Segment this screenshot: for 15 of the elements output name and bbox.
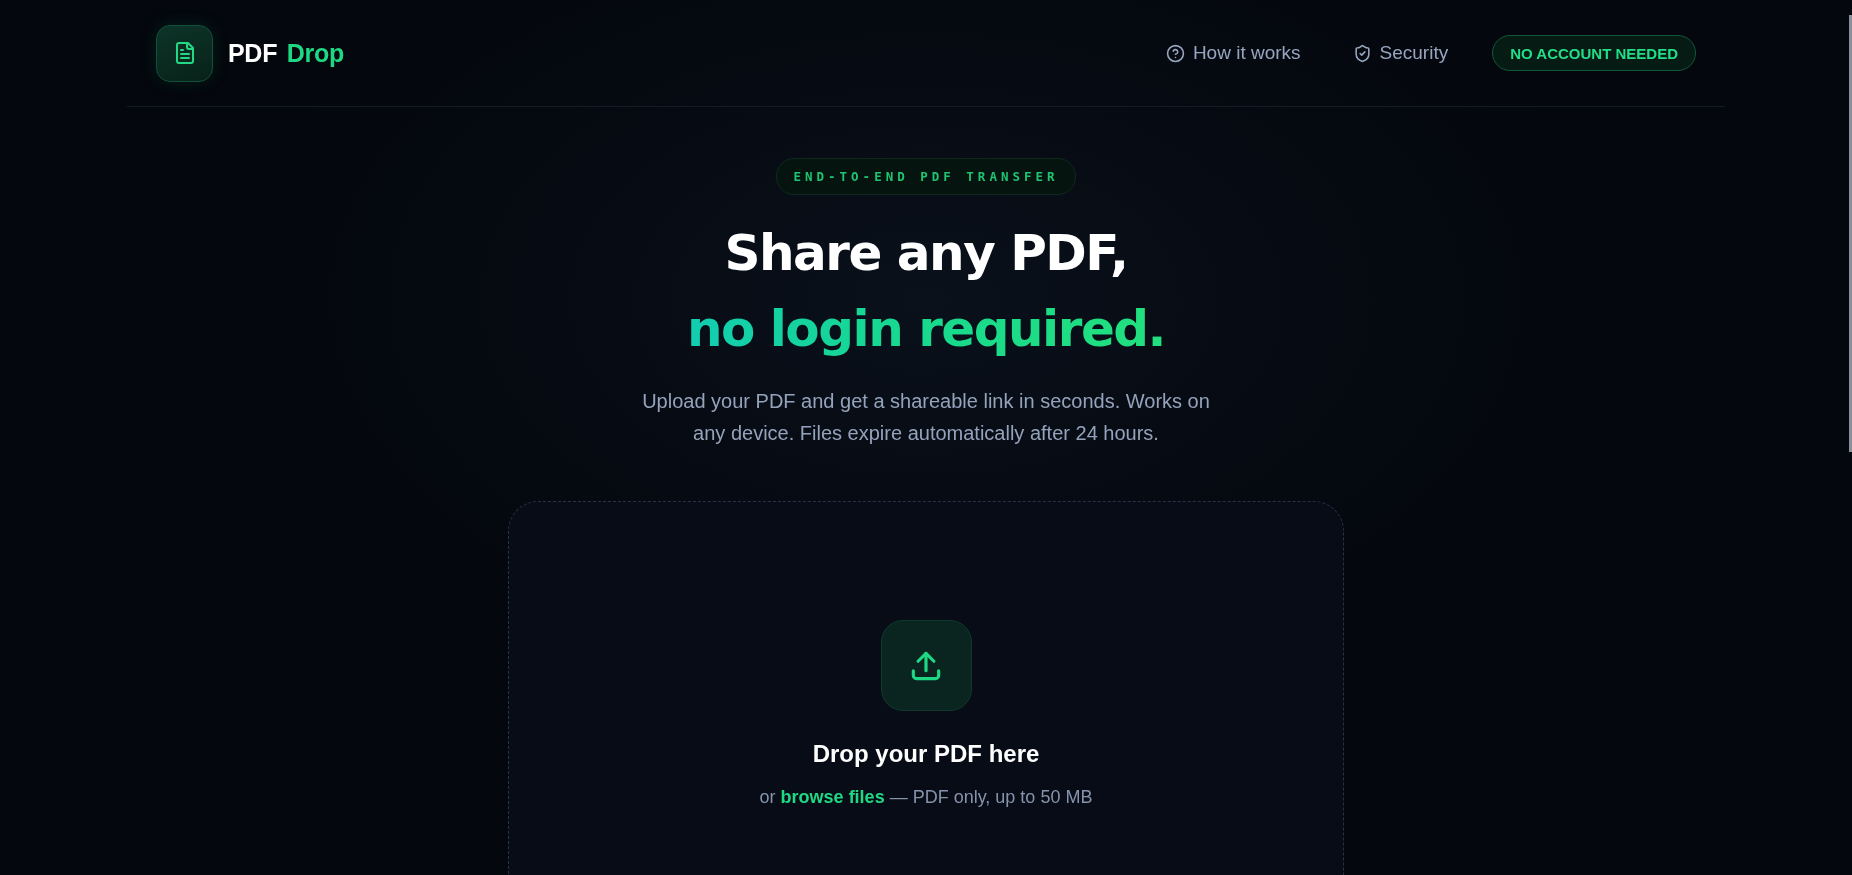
dropzone[interactable]: Drop your PDF here or browse files — PDF only, up to 50 MB xyxy=(508,501,1344,875)
document-icon xyxy=(156,24,213,82)
security-link[interactable]: Security xyxy=(1352,42,1449,64)
scrollbar[interactable] xyxy=(1849,15,1852,452)
browse-files-link[interactable]: browse files xyxy=(780,787,885,807)
hero-tag: END-TO-END PDF TRANSFER xyxy=(776,158,1076,195)
help-icon xyxy=(1165,43,1185,63)
hero-description: Upload your PDF and get a shareable link in seconds. Works on any device. Files expire automatically after 24 hours. xyxy=(641,389,1211,446)
upload-icon xyxy=(880,620,972,711)
how-it-works-link[interactable]: How it works xyxy=(1165,42,1301,64)
dropzone-hint: or browse files — PDF only, up to 50 MB xyxy=(759,786,1093,809)
logo-text[interactable]: PDF Drop xyxy=(228,38,344,68)
dropzone-title: Drop your PDF here xyxy=(812,739,1040,769)
shield-check-icon xyxy=(1352,43,1372,63)
account-badge: NO ACCOUNT NEEDED xyxy=(1492,35,1696,71)
